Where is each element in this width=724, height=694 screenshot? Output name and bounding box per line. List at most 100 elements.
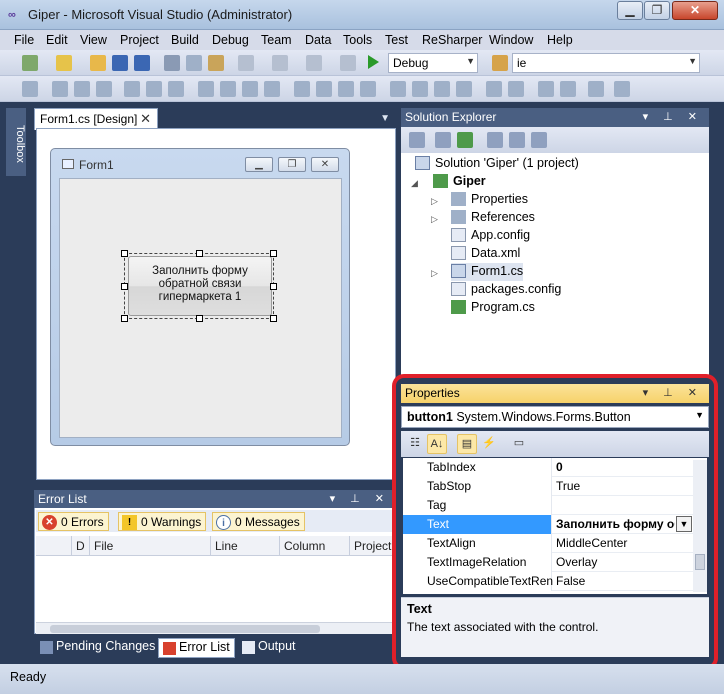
tree-item-program-cs[interactable]: Program.cs: [451, 299, 535, 317]
find-combo[interactable]: ie ▼: [512, 53, 700, 73]
tree-item-properties[interactable]: Properties: [451, 191, 528, 209]
tree-item-project[interactable]: Giper: [433, 173, 486, 191]
align-centers-icon[interactable]: [74, 81, 90, 97]
expand-arrow-icon[interactable]: ▷: [431, 268, 438, 279]
make-same-width-icon[interactable]: [198, 81, 214, 97]
resize-handle[interactable]: [121, 315, 128, 322]
minimize-button[interactable]: ▁: [617, 1, 643, 20]
remove-spacing-icon[interactable]: [360, 81, 376, 97]
tree-item-packages-config[interactable]: packages.config: [451, 281, 561, 299]
menu-view[interactable]: View: [80, 33, 107, 47]
panel-controls[interactable]: ▾ ⊥ ✕: [330, 492, 390, 505]
tree-item-solution[interactable]: Solution 'Giper' (1 project): [415, 155, 579, 173]
expand-arrow-icon[interactable]: ▷: [431, 214, 438, 225]
lock-controls-icon[interactable]: [614, 81, 630, 97]
menu-project[interactable]: Project: [120, 33, 159, 47]
menu-team[interactable]: Team: [261, 33, 292, 47]
tree-item-data-xml[interactable]: Data.xml: [451, 245, 520, 263]
navigate-back-icon[interactable]: [306, 55, 322, 71]
redo-icon[interactable]: [272, 55, 288, 71]
column-header-description[interactable]: D: [72, 536, 90, 556]
close-icon[interactable]: ✕: [140, 111, 151, 127]
menu-tools[interactable]: Tools: [343, 33, 372, 47]
navigate-forward-icon[interactable]: [340, 55, 356, 71]
properties-icon[interactable]: [409, 132, 425, 148]
cut-icon[interactable]: [164, 55, 180, 71]
menu-data[interactable]: Data: [305, 33, 331, 47]
column-header-project[interactable]: Project: [350, 536, 394, 556]
menu-resharper[interactable]: ReSharper: [422, 33, 482, 47]
scroll-thumb[interactable]: [50, 625, 320, 633]
remove-vertical-spacing-icon[interactable]: [456, 81, 472, 97]
open-file-icon[interactable]: [90, 55, 106, 71]
button1[interactable]: Заполнить форму обратной связи гипермарк…: [128, 256, 272, 316]
column-header-line[interactable]: Line: [211, 536, 280, 556]
resize-handle[interactable]: [121, 283, 128, 290]
decrease-vertical-spacing-icon[interactable]: [434, 81, 450, 97]
resize-handle[interactable]: [270, 315, 277, 322]
find-in-files-icon[interactable]: [492, 55, 508, 71]
tab-form1-design[interactable]: Form1.cs [Design] ✕: [34, 108, 158, 130]
solution-configuration-select[interactable]: Debug ▼: [388, 53, 478, 73]
form-close-button[interactable]: ✕: [311, 157, 339, 172]
center-vertically-icon[interactable]: [508, 81, 524, 97]
vertical-spacing-icon[interactable]: [390, 81, 406, 97]
resize-handle[interactable]: [270, 250, 277, 257]
send-to-back-icon[interactable]: [560, 81, 576, 97]
class-diagram-icon[interactable]: [531, 132, 547, 148]
make-same-size-icon[interactable]: [264, 81, 280, 97]
maximize-button[interactable]: ❐: [644, 1, 670, 20]
collapse-arrow-icon[interactable]: ◢: [411, 178, 418, 189]
align-to-grid-icon[interactable]: [22, 81, 38, 97]
show-all-files-icon[interactable]: [435, 132, 451, 148]
center-horizontally-icon[interactable]: [486, 81, 502, 97]
errors-filter-button[interactable]: ✕ 0 Errors: [38, 512, 109, 531]
menu-debug[interactable]: Debug: [212, 33, 249, 47]
toolbox-tab[interactable]: Toolbox: [6, 108, 26, 176]
resize-handle[interactable]: [121, 250, 128, 257]
decrease-spacing-icon[interactable]: [338, 81, 354, 97]
save-icon[interactable]: [112, 55, 128, 71]
expand-arrow-icon[interactable]: ▷: [431, 196, 438, 207]
align-lefts-icon[interactable]: [52, 81, 68, 97]
column-header-column[interactable]: Column: [280, 536, 350, 556]
tab-error-list[interactable]: Error List: [158, 638, 235, 658]
resize-handle[interactable]: [196, 250, 203, 257]
tab-pending-changes[interactable]: Pending Changes: [36, 638, 159, 658]
align-rights-icon[interactable]: [96, 81, 112, 97]
error-list-hscrollbar[interactable]: [36, 622, 394, 634]
form-maximize-button[interactable]: ❐: [278, 157, 306, 172]
menu-build[interactable]: Build: [171, 33, 199, 47]
resize-handle[interactable]: [196, 315, 203, 322]
align-middles-icon[interactable]: [146, 81, 162, 97]
column-header-icon[interactable]: [36, 536, 72, 556]
menu-help[interactable]: Help: [547, 33, 573, 47]
messages-filter-button[interactable]: i 0 Messages: [212, 512, 305, 531]
tree-item-references[interactable]: References: [451, 209, 535, 227]
form-minimize-button[interactable]: ▁: [245, 157, 273, 172]
start-debugging-icon[interactable]: [368, 55, 379, 69]
view-designer-icon[interactable]: [509, 132, 525, 148]
bring-to-front-icon[interactable]: [538, 81, 554, 97]
menu-test[interactable]: Test: [385, 33, 408, 47]
view-code-icon[interactable]: [487, 132, 503, 148]
tab-output[interactable]: Output: [238, 638, 300, 658]
warnings-filter-button[interactable]: ! 0 Warnings: [118, 512, 207, 531]
tree-item-app-config[interactable]: App.config: [451, 227, 530, 245]
make-same-height-icon[interactable]: [242, 81, 258, 97]
new-project-icon[interactable]: [22, 55, 38, 71]
copy-icon[interactable]: [186, 55, 202, 71]
refresh-icon[interactable]: [457, 132, 473, 148]
menu-window[interactable]: Window: [489, 33, 533, 47]
increase-vertical-spacing-icon[interactable]: [412, 81, 428, 97]
menu-edit[interactable]: Edit: [46, 33, 68, 47]
menu-file[interactable]: File: [14, 33, 34, 47]
save-all-icon[interactable]: [134, 55, 150, 71]
horizontal-spacing-icon[interactable]: [294, 81, 310, 97]
chevron-down-icon[interactable]: ▼: [380, 113, 390, 124]
tree-item-form1[interactable]: Form1.cs: [451, 263, 524, 281]
increase-spacing-icon[interactable]: [316, 81, 332, 97]
paste-icon[interactable]: [208, 55, 224, 71]
resize-handle[interactable]: [270, 283, 277, 290]
column-header-file[interactable]: File: [90, 536, 211, 556]
